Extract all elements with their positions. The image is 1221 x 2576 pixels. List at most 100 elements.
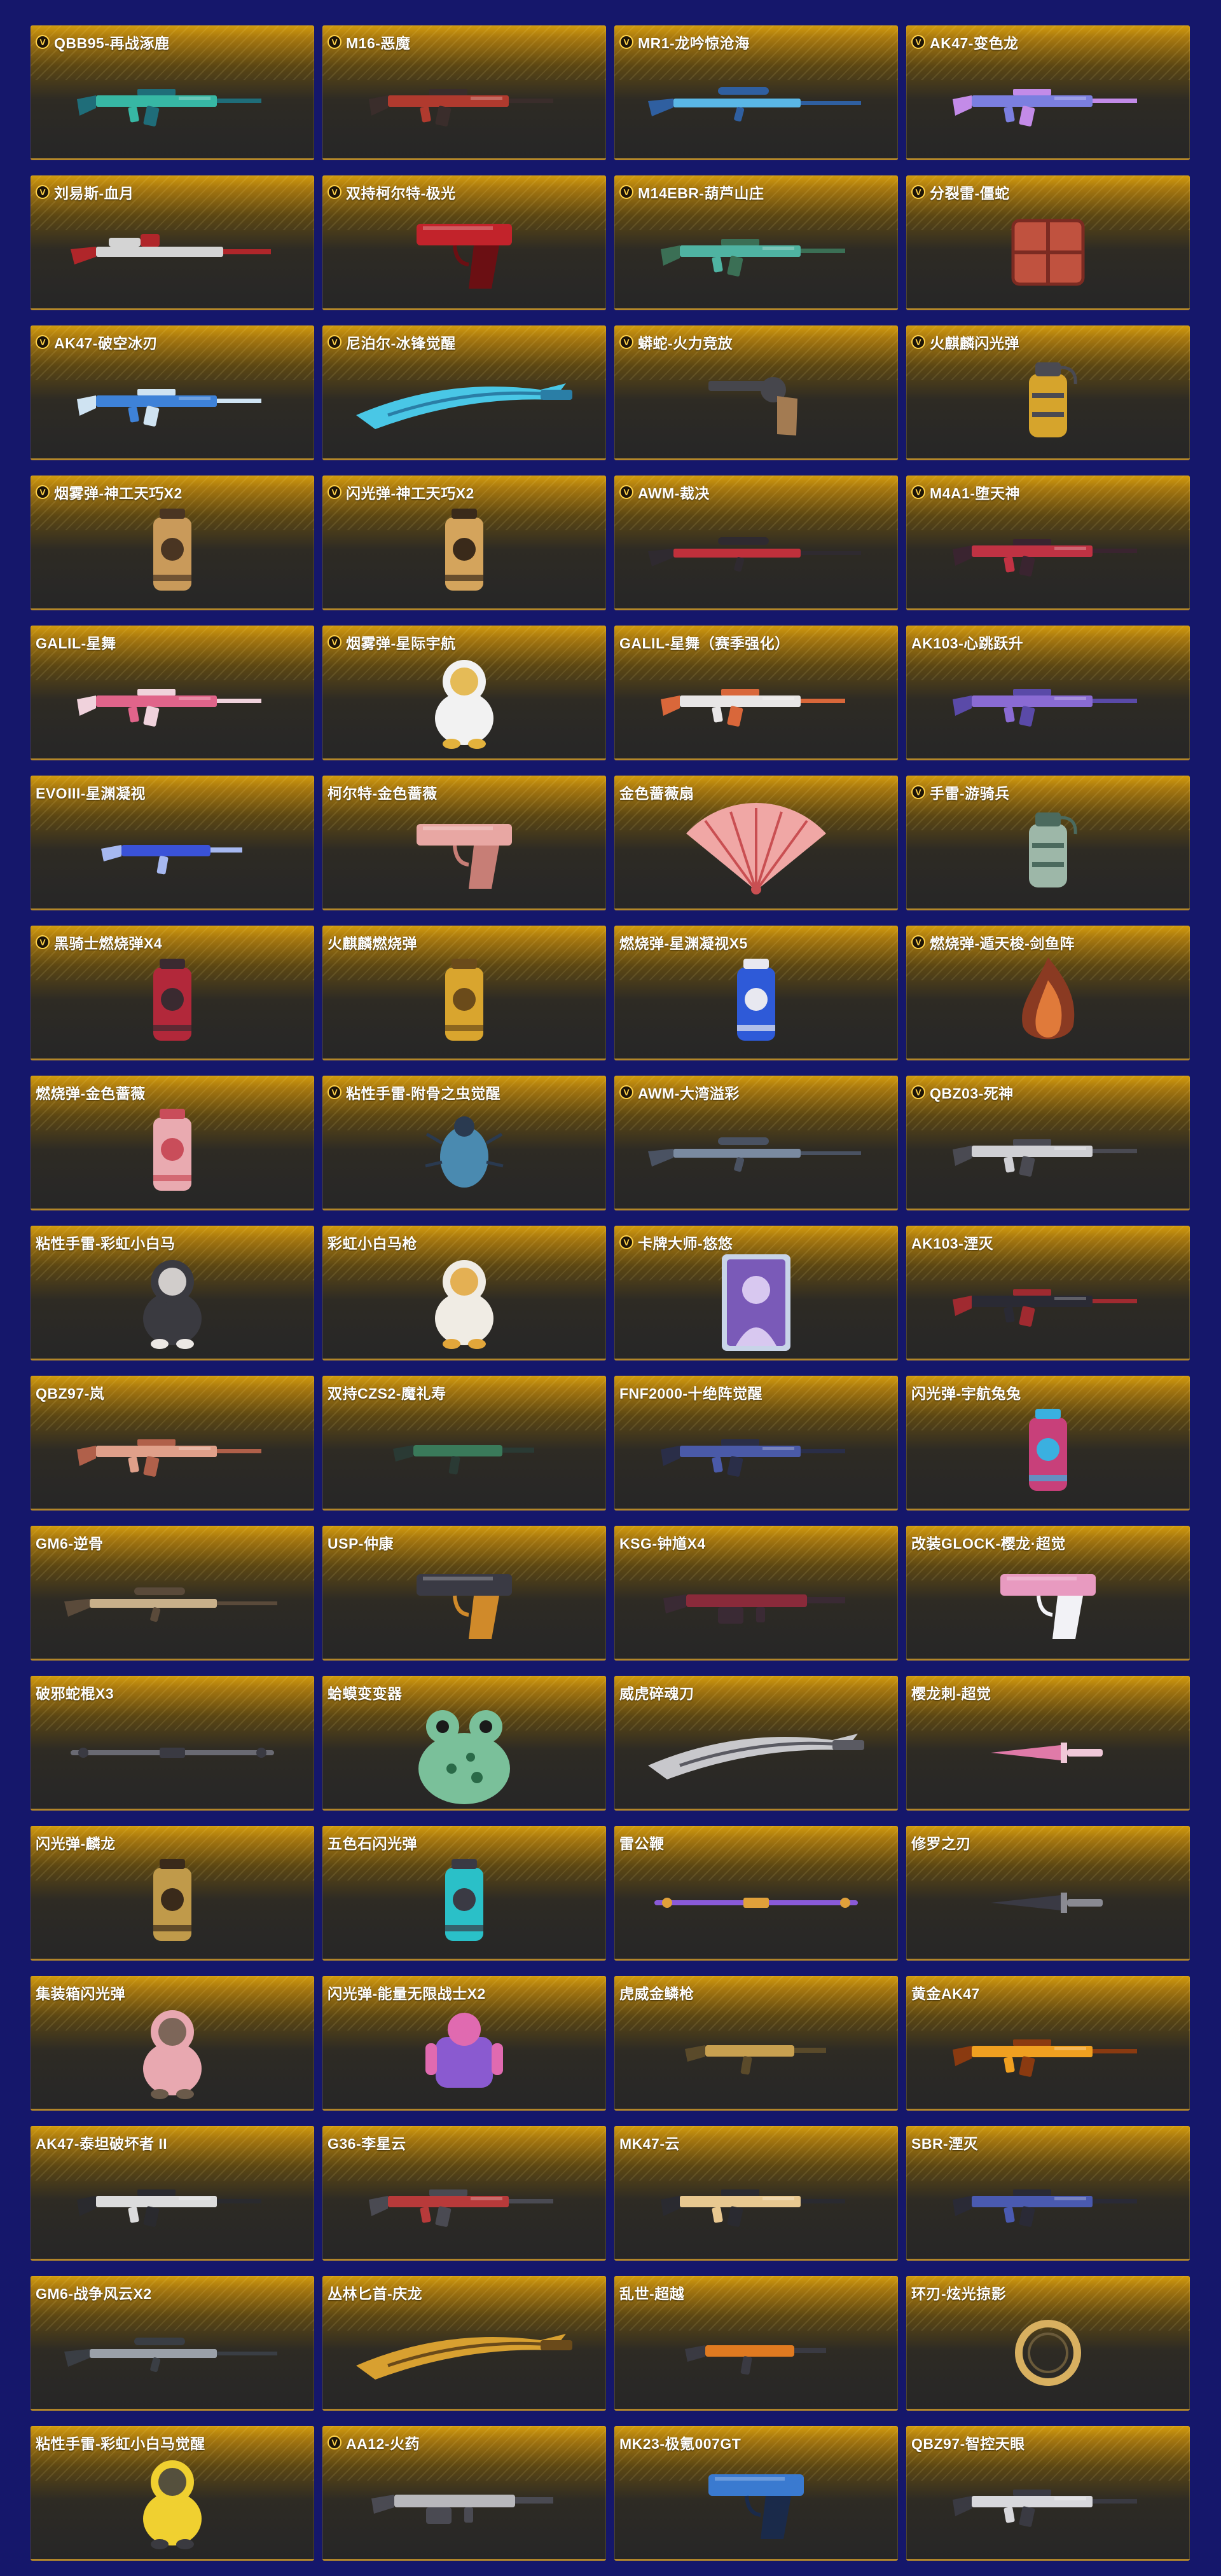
item-card[interactable]: V修罗之刃: [906, 1826, 1190, 1961]
item-card[interactable]: V 闪光弹-神工天巧X2: [322, 476, 606, 610]
v-badge-icon: V: [36, 485, 50, 499]
rifle-icon: [953, 2024, 1143, 2081]
item-card[interactable]: VAK103-湮灭: [906, 1226, 1190, 1360]
v-badge-icon: V: [911, 35, 925, 49]
item-card[interactable]: VEVOIII-星渊凝视: [31, 776, 314, 910]
item-card[interactable]: V 烟雾弹-星际宇航: [322, 626, 606, 760]
item-card[interactable]: V双持CZS2-魔礼寿: [322, 1376, 606, 1511]
item-card[interactable]: V柯尔特-金色蔷薇: [322, 776, 606, 910]
item-card[interactable]: VGALIL-星舞（赛季强化）: [614, 626, 898, 760]
item-name: GM6-战争风云X2: [36, 2285, 152, 2302]
staff-icon: [648, 1890, 864, 1915]
card-header: V蛤蟆变变器: [328, 1682, 403, 1703]
item-card[interactable]: VGM6-逆骨: [31, 1526, 314, 1661]
item-card[interactable]: V黄金AK47: [906, 1976, 1190, 2111]
item-name: 分裂雷-僵蛇: [930, 185, 1010, 202]
v-badge-icon: V: [328, 185, 341, 199]
item-card[interactable]: V彩虹小白马枪: [322, 1226, 606, 1360]
item-card[interactable]: V 双持柯尔特-极光: [322, 175, 606, 310]
item-card[interactable]: V火麒麟燃烧弹: [322, 926, 606, 1060]
item-card[interactable]: V改装GLOCK-樱龙·超觉: [906, 1526, 1190, 1661]
item-card[interactable]: V 蟒蛇-火力竞放: [614, 325, 898, 460]
rifle-icon: [77, 674, 268, 731]
item-card[interactable]: V 黑骑士燃烧弹X4: [31, 926, 314, 1060]
item-card[interactable]: VG36-李星云: [322, 2126, 606, 2261]
item-card[interactable]: V M14EBR-葫芦山庄: [614, 175, 898, 310]
item-card[interactable]: V集装箱闪光弹: [31, 1976, 314, 2111]
item-card[interactable]: V虎威金鳞枪: [614, 1976, 898, 2111]
item-name: KSG-钟馗X4: [619, 1535, 706, 1552]
item-card[interactable]: VFNF2000-十绝阵觉醒: [614, 1376, 898, 1511]
smg-icon: [388, 1427, 541, 1478]
grenade-icon: [1013, 805, 1083, 900]
card-icon: [718, 1252, 794, 1353]
item-card[interactable]: V乱世-超越: [614, 2276, 898, 2411]
item-card[interactable]: V闪光弹-能量无限战士X2: [322, 1976, 606, 2111]
item-card[interactable]: VMK47-云: [614, 2126, 898, 2261]
card-header: V黄金AK47: [911, 1982, 980, 2003]
pistol-icon: [410, 211, 518, 294]
item-card[interactable]: V环刃-炫光掠影: [906, 2276, 1190, 2411]
item-card[interactable]: V闪光弹-麟龙: [31, 1826, 314, 1961]
item-card[interactable]: V 粘性手雷-附骨之虫觉醒: [322, 1076, 606, 1210]
item-card[interactable]: V 手雷-游骑兵: [906, 776, 1190, 910]
item-name: 环刃-炫光掠影: [911, 2285, 1007, 2302]
blade-icon: [642, 1721, 871, 1785]
item-card[interactable]: V AWM-大湾溢彩: [614, 1076, 898, 1210]
item-card[interactable]: V 刘易斯-血月: [31, 175, 314, 310]
item-card[interactable]: VMK23-极氪007GT: [614, 2426, 898, 2561]
item-name: 尼泊尔-冰锋觉醒: [346, 335, 456, 352]
shotgun-icon: [369, 2474, 560, 2531]
figure-icon: [423, 655, 506, 750]
v-badge-icon: V: [619, 1235, 633, 1249]
item-card[interactable]: V AWM-裁决: [614, 476, 898, 610]
item-card[interactable]: V QBB95-再战涿鹿: [31, 25, 314, 160]
v-badge-icon: V: [619, 335, 633, 349]
sniper-icon: [648, 527, 864, 578]
item-card[interactable]: VQBZ97-岚: [31, 1376, 314, 1511]
item-card[interactable]: V AK47-变色龙: [906, 25, 1190, 160]
item-card[interactable]: V 烟雾弹-神工天巧X2: [31, 476, 314, 610]
item-card[interactable]: V 火麒麟闪光弹: [906, 325, 1190, 460]
item-card[interactable]: V M4A1-堕天神: [906, 476, 1190, 610]
item-card[interactable]: V 卡牌大师-悠悠: [614, 1226, 898, 1360]
item-card[interactable]: V QBZ03-死神: [906, 1076, 1190, 1210]
item-card[interactable]: V雷公鞭: [614, 1826, 898, 1961]
item-card[interactable]: VKSG-钟馗X4: [614, 1526, 898, 1661]
item-card[interactable]: V丛林匕首-庆龙: [322, 2276, 606, 2411]
item-card[interactable]: V燃烧弹-金色蔷薇: [31, 1076, 314, 1210]
shotgun-icon: [661, 1574, 852, 1631]
item-card[interactable]: V 尼泊尔-冰锋觉醒: [322, 325, 606, 460]
sniper-icon: [648, 1127, 864, 1178]
item-card[interactable]: V闪光弹-宇航兔兔: [906, 1376, 1190, 1511]
item-card[interactable]: V五色石闪光弹: [322, 1826, 606, 1961]
item-name: 黄金AK47: [911, 1985, 980, 2002]
item-card[interactable]: V AK47-破空冰刃: [31, 325, 314, 460]
item-card[interactable]: V燃烧弹-星渊凝视X5: [614, 926, 898, 1060]
item-card[interactable]: VAK103-心跳跃升: [906, 626, 1190, 760]
item-name: M14EBR-葫芦山庄: [638, 185, 764, 202]
item-card[interactable]: VAK47-泰坦破坏者 II: [31, 2126, 314, 2261]
item-name: M4A1-堕天神: [930, 485, 1021, 502]
item-card[interactable]: VQBZ97-智控天眼: [906, 2426, 1190, 2561]
item-card[interactable]: V威虎碎魂刀: [614, 1676, 898, 1811]
item-name: 燃烧弹-星渊凝视X5: [619, 935, 748, 952]
item-card[interactable]: V MR1-龙吟惊沧海: [614, 25, 898, 160]
item-card[interactable]: VUSP-仲康: [322, 1526, 606, 1661]
item-card[interactable]: VGM6-战争风云X2: [31, 2276, 314, 2411]
item-card[interactable]: VSBR-湮灭: [906, 2126, 1190, 2261]
item-card[interactable]: V樱龙刺-超觉: [906, 1676, 1190, 1811]
item-card[interactable]: V金色蔷薇扇: [614, 776, 898, 910]
item-card[interactable]: V 燃烧弹-遁天梭-剑鱼阵: [906, 926, 1190, 1060]
item-card[interactable]: V M16-恶魔: [322, 25, 606, 160]
card-header: VAK103-心跳跃升: [911, 631, 1023, 653]
item-card[interactable]: V蛤蟆变变器: [322, 1676, 606, 1811]
item-card[interactable]: V破邪蛇棍X3: [31, 1676, 314, 1811]
item-card[interactable]: VGALIL-星舞: [31, 626, 314, 760]
item-card[interactable]: V粘性手雷-彩虹小白马觉醒: [31, 2426, 314, 2561]
item-card[interactable]: V 分裂雷-僵蛇: [906, 175, 1190, 310]
item-card[interactable]: V粘性手雷-彩虹小白马: [31, 1226, 314, 1360]
item-name: 粘性手雷-附骨之虫觉醒: [346, 1085, 501, 1102]
item-card[interactable]: V AA12-火药: [322, 2426, 606, 2561]
card-header: V AWM-裁决: [619, 481, 710, 503]
